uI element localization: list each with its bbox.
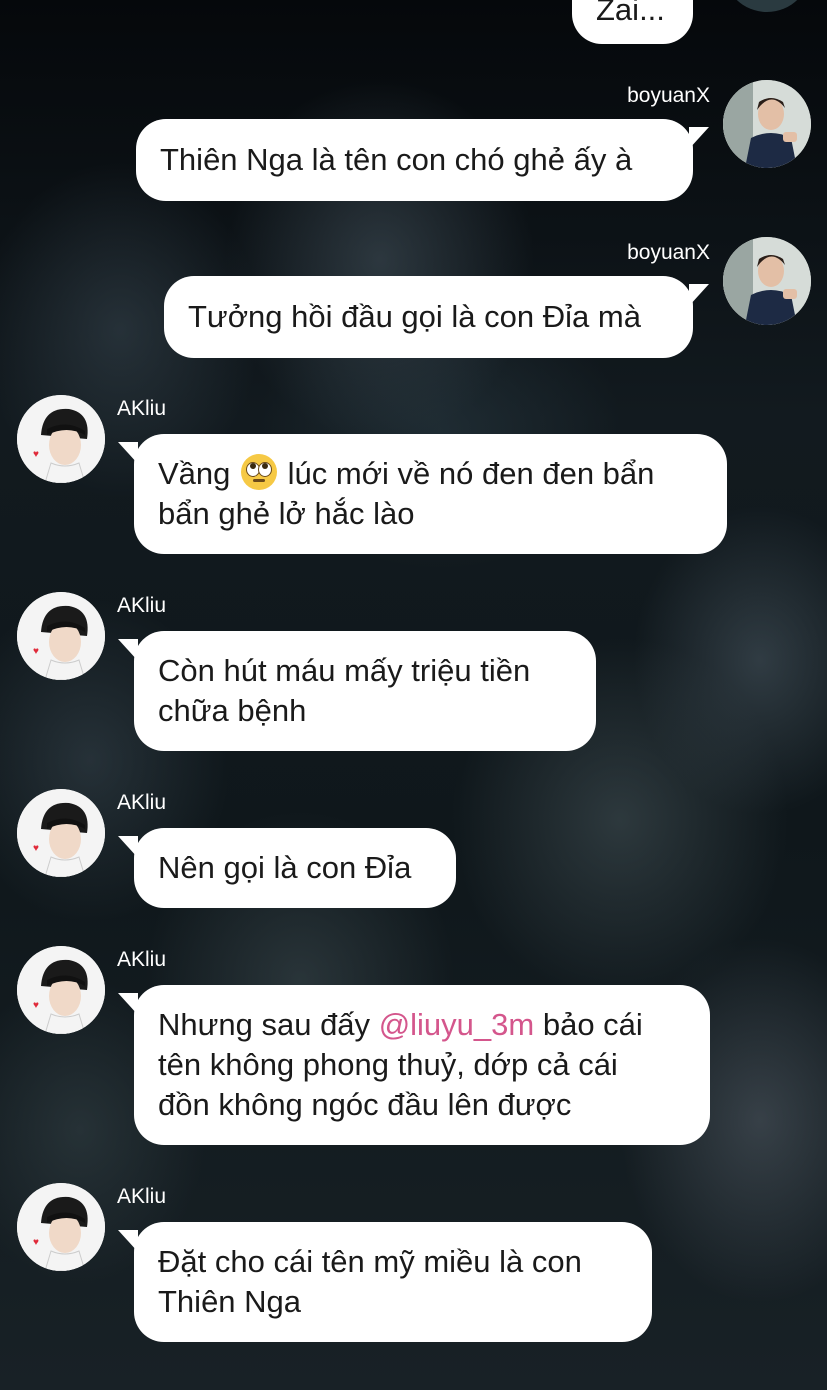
message-text: tên không phong thuỷ, dớp cả cái: [158, 1047, 618, 1082]
avatar-portrait: [723, 237, 811, 325]
message-text: Zai...: [596, 0, 665, 27]
message-bubble[interactable]: Zai...: [572, 0, 693, 44]
sender-name: AKliu: [117, 791, 167, 814]
bubble-tail: [689, 127, 709, 149]
svg-text:♥: ♥: [33, 449, 39, 460]
sender-name: boyuanX: [627, 84, 710, 107]
message-text: Đặt cho cái tên mỹ miều là con: [158, 1244, 582, 1279]
message-bubble[interactable]: Còn hút máu mấy triệu tiền chữa bệnh: [118, 631, 596, 751]
svg-text:♥: ♥: [33, 1237, 39, 1248]
avatar[interactable]: ♥: [17, 592, 105, 680]
bubble-tail: [689, 284, 709, 306]
message-bubble[interactable]: Tưởng hồi đầu gọi là con Đỉa mà: [164, 276, 709, 358]
message-text: chữa bệnh: [158, 693, 307, 728]
mention-link[interactable]: @liuyu_3m: [379, 1007, 535, 1042]
message-bubble[interactable]: Vầng lúc mới về nó đen đen bẩn bẩn ghẻ l…: [118, 434, 727, 554]
bubble-tail: [118, 442, 138, 464]
message-bubble[interactable]: Nhưng sau đấy @liuyu_3m bảo cái tên khôn…: [118, 985, 710, 1145]
avatar[interactable]: ♥: [17, 1183, 105, 1271]
message-bubble[interactable]: Thiên Nga là tên con chó ghẻ ấy à: [136, 119, 709, 201]
message-text: lúc mới về nó đen đen bẩn: [287, 456, 655, 491]
avatar-portrait: [723, 80, 811, 168]
message-text: bảo cái: [542, 1007, 643, 1042]
avatar-portrait: ♥: [17, 789, 105, 877]
avatar[interactable]: ♥: [17, 395, 105, 483]
svg-text:♥: ♥: [33, 646, 39, 657]
sender-name: AKliu: [117, 594, 167, 617]
bubble-tail: [118, 993, 138, 1015]
avatar[interactable]: ♥: [17, 789, 105, 877]
message-bubble[interactable]: Đặt cho cái tên mỹ miều là con Thiên Nga: [118, 1222, 652, 1342]
message-line: Nhưng sau đấy @liuyu_3m bảo cái: [158, 1005, 686, 1045]
bubble-tail: [118, 836, 138, 858]
bubble-tail: [118, 639, 138, 661]
avatar[interactable]: ♥: [17, 946, 105, 1034]
avatar-portrait: ♥: [17, 1183, 105, 1271]
avatar[interactable]: [723, 237, 811, 325]
svg-text:♥: ♥: [33, 843, 39, 854]
message-bubble[interactable]: Nên gọi là con Đỉa: [118, 828, 456, 908]
avatar[interactable]: [723, 80, 811, 168]
sender-name: AKliu: [117, 397, 167, 420]
face-with-rolling-eyes-icon: [241, 454, 278, 490]
sender-name: AKliu: [117, 1185, 167, 1208]
avatar-portrait: ♥: [17, 395, 105, 483]
message-text: đồn không ngóc đầu lên được: [158, 1087, 572, 1122]
message-text: Vầng: [158, 456, 231, 491]
avatar-portrait: ♥: [17, 946, 105, 1034]
message-text: bẩn ghẻ lở hắc lào: [158, 496, 415, 531]
sender-name: AKliu: [117, 948, 167, 971]
message-line: Vầng lúc mới về nó đen đen bẩn: [158, 454, 703, 494]
message-text: Tưởng hồi đầu gọi là con Đỉa mà: [188, 299, 641, 334]
sender-name: boyuanX: [627, 241, 710, 264]
message-text: Thiên Nga là tên con chó ghẻ ấy à: [160, 142, 633, 177]
bubble-tail: [118, 1230, 138, 1252]
svg-text:♥: ♥: [33, 1000, 39, 1011]
message-text: Nên gọi là con Đỉa: [158, 850, 412, 885]
avatar-portrait: ♥: [17, 592, 105, 680]
message-text: Còn hút máu mấy triệu tiền: [158, 653, 531, 688]
message-text: Thiên Nga: [158, 1284, 302, 1319]
message-text: Nhưng sau đấy: [158, 1007, 371, 1042]
